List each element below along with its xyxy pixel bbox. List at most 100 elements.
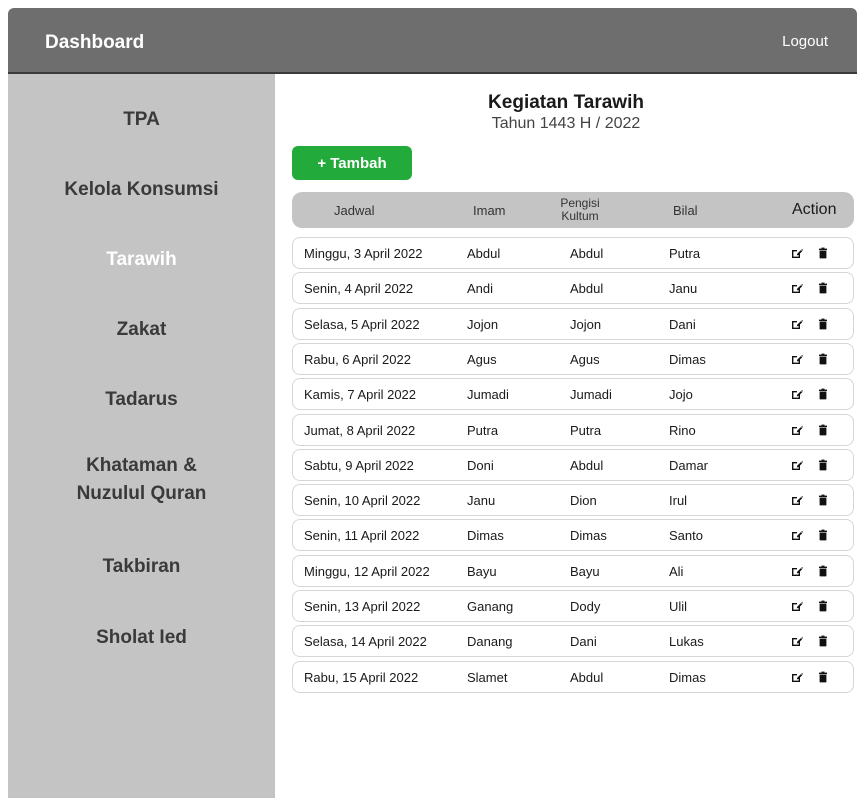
cell-bilal: Jojo — [669, 386, 693, 402]
dashboard-title[interactable]: Dashboard — [45, 32, 144, 54]
cell-jadwal: Sabtu, 9 April 2022 — [304, 457, 414, 473]
cell-bilal: Ulil — [669, 598, 688, 614]
sidebar-item-tadarus[interactable]: Tadarus — [8, 386, 275, 414]
table-row: Rabu, 6 April 2022 Agus Agus Dimas — [292, 343, 854, 375]
cell-jadwal: Jumat, 8 April 2022 — [304, 422, 416, 438]
cell-bilal: Santo — [669, 527, 703, 543]
row-actions — [791, 450, 829, 480]
edit-icon[interactable] — [791, 247, 803, 259]
cell-jadwal: Senin, 4 April 2022 — [304, 280, 414, 296]
trash-icon[interactable] — [817, 635, 829, 647]
cell-jadwal: Kamis, 7 April 2022 — [304, 386, 417, 402]
cell-jadwal: Selasa, 14 April 2022 — [304, 633, 427, 649]
edit-icon[interactable] — [791, 494, 803, 506]
trash-icon[interactable] — [817, 388, 829, 400]
edit-icon[interactable] — [791, 424, 803, 436]
sidebar-item-takbiran[interactable]: Takbiran — [8, 553, 275, 581]
edit-icon[interactable] — [791, 318, 803, 330]
cell-imam: Bayu — [467, 563, 497, 579]
cell-imam: Jumadi — [467, 386, 509, 402]
cell-pengisi-kultum: Jojon — [570, 316, 602, 332]
row-actions — [791, 520, 829, 550]
table-row: Kamis, 7 April 2022 Jumadi Jumadi Jojo — [292, 378, 854, 410]
column-header-jadwal: Jadwal — [334, 202, 375, 218]
table-row: Senin, 4 April 2022 Andi Abdul Janu — [292, 272, 854, 304]
sidebar-item-khataman[interactable]: Khataman & Nuzulul Quran — [8, 452, 275, 508]
table-row: Senin, 10 April 2022 Janu Dion Irul — [292, 484, 854, 516]
cell-imam: Andi — [467, 280, 494, 296]
cell-pengisi-kultum: Jumadi — [570, 386, 612, 402]
edit-icon[interactable] — [791, 671, 803, 683]
sidebar-item-tpa[interactable]: TPA — [8, 106, 275, 134]
main-content: Kegiatan Tarawih Tahun 1443 H / 2022 + T… — [275, 74, 857, 798]
cell-imam: Agus — [467, 351, 497, 367]
trash-icon[interactable] — [817, 282, 829, 294]
column-header-action: Action — [792, 201, 837, 218]
row-actions — [791, 591, 829, 621]
trash-icon[interactable] — [817, 671, 829, 683]
row-actions — [791, 273, 829, 303]
cell-imam: Dimas — [467, 527, 504, 543]
row-actions — [791, 309, 829, 339]
cell-pengisi-kultum: Dani — [570, 633, 597, 649]
table-header: Jadwal Imam Pengisi Kultum Bilal Action — [292, 192, 854, 228]
trash-icon[interactable] — [817, 353, 829, 365]
cell-bilal: Dani — [669, 316, 696, 332]
cell-pengisi-kultum: Dion — [570, 492, 597, 508]
edit-icon[interactable] — [791, 282, 803, 294]
row-actions — [791, 556, 829, 586]
row-actions — [791, 626, 829, 656]
edit-icon[interactable] — [791, 459, 803, 471]
trash-icon[interactable] — [817, 424, 829, 436]
edit-icon[interactable] — [791, 353, 803, 365]
cell-pengisi-kultum: Abdul — [570, 280, 604, 296]
row-actions — [791, 485, 829, 515]
trash-icon[interactable] — [817, 247, 829, 259]
edit-icon[interactable] — [791, 388, 803, 400]
row-actions — [791, 662, 829, 692]
cell-imam: Doni — [467, 457, 494, 473]
cell-pengisi-kultum: Abdul — [570, 457, 604, 473]
cell-jadwal: Senin, 13 April 2022 — [304, 598, 421, 614]
cell-jadwal: Rabu, 15 April 2022 — [304, 669, 419, 685]
cell-bilal: Dimas — [669, 669, 706, 685]
cell-imam: Jojon — [467, 316, 499, 332]
cell-jadwal: Minggu, 12 April 2022 — [304, 563, 430, 579]
table-row: Jumat, 8 April 2022 Putra Putra Rino — [292, 414, 854, 446]
cell-pengisi-kultum: Putra — [570, 422, 602, 438]
cell-pengisi-kultum: Agus — [570, 351, 600, 367]
trash-icon[interactable] — [817, 318, 829, 330]
column-header-imam: Imam — [473, 202, 506, 218]
cell-jadwal: Selasa, 5 April 2022 — [304, 316, 420, 332]
trash-icon[interactable] — [817, 565, 829, 577]
sidebar-item-kelola-konsumsi[interactable]: Kelola Konsumsi — [8, 176, 275, 204]
add-button[interactable]: + Tambah — [292, 146, 412, 180]
cell-imam: Janu — [467, 492, 496, 508]
sidebar: TPA Kelola Konsumsi Tarawih Zakat Tadaru… — [8, 74, 275, 798]
row-actions — [791, 415, 829, 445]
trash-icon[interactable] — [817, 494, 829, 506]
sidebar-item-sholat-ied[interactable]: Sholat Ied — [8, 624, 275, 652]
edit-icon[interactable] — [791, 529, 803, 541]
page-subtitle: Tahun 1443 H / 2022 — [491, 115, 641, 132]
edit-icon[interactable] — [791, 565, 803, 577]
cell-jadwal: Senin, 10 April 2022 — [304, 492, 421, 508]
cell-pengisi-kultum: Abdul — [570, 669, 604, 685]
cell-bilal: Irul — [669, 492, 688, 508]
trash-icon[interactable] — [817, 459, 829, 471]
sidebar-item-zakat[interactable]: Zakat — [8, 316, 275, 344]
trash-icon[interactable] — [817, 600, 829, 612]
cell-imam: Ganang — [467, 598, 514, 614]
sidebar-item-tarawih[interactable]: Tarawih — [8, 246, 275, 274]
edit-icon[interactable] — [791, 600, 803, 612]
cell-pengisi-kultum: Abdul — [570, 245, 604, 261]
cell-bilal: Ali — [669, 563, 684, 579]
top-bar: Dashboard Logout — [8, 8, 857, 74]
cell-bilal: Dimas — [669, 351, 706, 367]
edit-icon[interactable] — [791, 635, 803, 647]
table-row: Selasa, 5 April 2022 Jojon Jojon Dani — [292, 308, 854, 340]
logout-link[interactable]: Logout — [782, 33, 828, 50]
cell-imam: Putra — [467, 422, 499, 438]
trash-icon[interactable] — [817, 529, 829, 541]
row-actions — [791, 344, 829, 374]
